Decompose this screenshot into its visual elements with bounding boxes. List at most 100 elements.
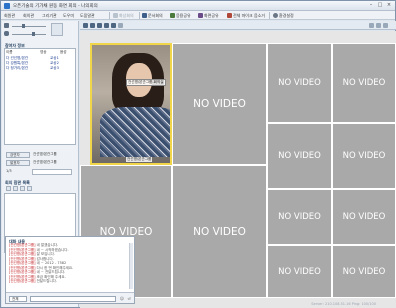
video-conference-button[interactable]: 화상회의 <box>113 12 134 19</box>
speaker-value: 건선명/본관그룹 <box>33 152 57 156</box>
no-video-label: NO VIDEO <box>193 225 246 238</box>
no-video-label: NO VIDEO <box>342 151 386 161</box>
layout-9-icon[interactable] <box>104 23 109 28</box>
menu-draw[interactable]: 그리기관 <box>42 13 57 19</box>
chat-text: 네 ~ 2012 - 7582 <box>36 261 67 265</box>
video-tile[interactable]: NO VIDEO <box>332 43 396 123</box>
no-video-label: NO VIDEO <box>278 212 321 222</box>
app-window: 오픈기술의 기가채 원동 화면 회의 - 나의회의 – □ × 회원관 회의관 … <box>0 0 396 308</box>
presenter-button[interactable]: 발표자 <box>6 160 30 166</box>
app-share-label: 응용공유 <box>176 12 191 18</box>
share-icon <box>170 13 175 18</box>
gear-icon <box>273 13 278 18</box>
microphone-icon <box>4 31 9 36</box>
menu-toolbar: 회원관 회의관 그리기관 도우미 도움말관 화상회의 문서회의 응용공유 화면공… <box>1 11 395 20</box>
video-tile[interactable]: NO VIDEO <box>172 43 267 165</box>
document-conference-button[interactable]: 문서회의 <box>142 12 163 19</box>
column-audio[interactable]: 음성 <box>60 50 67 55</box>
layout-6-icon[interactable] <box>97 23 102 28</box>
no-video-label: NO VIDEO <box>342 212 386 222</box>
status-text: Server: 210.108.51.16 Ping: 100/100 <box>311 302 376 306</box>
chat-sender: [건선명/본관그룹] <box>9 247 36 252</box>
layout-1-icon[interactable] <box>83 23 88 28</box>
layout-12-icon[interactable] <box>111 23 116 28</box>
minimize-icon[interactable]: – <box>367 2 375 9</box>
chat-sender: [건선명/본관그룹] <box>9 243 36 247</box>
speaker-button[interactable]: 강연자 <box>6 152 30 158</box>
chat-sender: [건선명/본관그룹] <box>9 256 36 261</box>
no-video-label: NO VIDEO <box>193 98 246 110</box>
chat-text: 네 ~ 전달드립니다. <box>36 270 66 274</box>
speaker-volume-track[interactable] <box>12 26 46 27</box>
fullscreen-icon[interactable] <box>383 23 388 28</box>
chat-sender: [건선명/본관그룹] <box>9 270 36 274</box>
settings-button[interactable]: 환경설정 <box>273 12 294 19</box>
video-tile[interactable]: NO VIDEO <box>267 245 332 298</box>
no-video-label: NO VIDEO <box>278 78 321 88</box>
video-tile[interactable]: NO VIDEO <box>332 189 396 245</box>
list-edit-icon[interactable] <box>20 186 25 191</box>
screen-share-button[interactable]: 화면공유 <box>198 12 219 19</box>
send-icon[interactable]: ⏎ <box>126 296 132 302</box>
maximize-icon[interactable]: □ <box>376 2 384 9</box>
chat-input[interactable] <box>30 296 116 302</box>
no-video-label: NO VIDEO <box>342 266 386 277</box>
layout-4-icon[interactable] <box>90 23 95 28</box>
chat-text: 잘 보입니다. <box>36 252 55 256</box>
video-conference-label: 화상회의 <box>119 12 134 18</box>
mic-volume[interactable] <box>4 31 76 37</box>
list-add-icon[interactable] <box>6 186 11 191</box>
emoticon-icon[interactable]: ☺ <box>119 296 125 302</box>
toolbar-divider <box>269 12 270 19</box>
video-tile[interactable]: NO VIDEO <box>332 245 396 298</box>
chat-sender: [건선명/본관그룹] <box>9 279 36 283</box>
app-share-button[interactable]: 응용공유 <box>170 12 191 19</box>
no-video-label: NO VIDEO <box>342 78 386 88</box>
mute-all-button[interactable]: 전체 마이크 음소거 <box>227 12 265 19</box>
menu-conference[interactable]: 회의관 <box>23 13 34 19</box>
column-name[interactable]: 이름 <box>6 50 13 55</box>
chat-input-row: 전체 ☺ ⏎ <box>6 292 134 303</box>
participant-name: 다 정가리/본관 <box>6 66 29 70</box>
list-view-icon[interactable] <box>376 23 381 28</box>
chat-text: 조금 확인해 주세요. <box>36 274 66 279</box>
chat-text: 다시 한 번 확인해주세요. <box>36 265 74 270</box>
column-video[interactable]: 영상 <box>40 50 47 55</box>
speaker-icon <box>4 23 9 28</box>
participant-count: 1/3 <box>6 169 12 173</box>
participant-row[interactable]: 다 정가리/본관 교상3 <box>6 66 78 71</box>
video-tile[interactable]: NO VIDEO <box>172 165 267 298</box>
chat-scrollbar[interactable] <box>129 243 133 289</box>
speaker-volume-knob[interactable] <box>22 24 25 28</box>
layout-16-icon[interactable] <box>118 23 123 28</box>
close-icon[interactable]: × <box>385 2 393 9</box>
no-video-label: NO VIDEO <box>278 151 321 161</box>
chat-recipient-select[interactable]: 전체 <box>9 296 27 302</box>
speaker-volume[interactable] <box>4 23 76 29</box>
video-tile-active[interactable]: 건선명/본관그룹-회의실 건선명/본관그룹 <box>90 43 172 165</box>
menu-helper[interactable]: 도우미 <box>63 13 74 19</box>
list-remove-icon[interactable] <box>13 186 18 191</box>
mic-mute-icon <box>227 13 232 18</box>
toolbar-divider <box>109 12 110 19</box>
screen-share-icon <box>198 13 203 18</box>
video-tile[interactable]: NO VIDEO <box>267 189 332 245</box>
video-tile[interactable]: NO VIDEO <box>332 123 396 189</box>
participant-search-input[interactable] <box>32 169 72 175</box>
document-icon <box>142 13 147 18</box>
menu-member[interactable]: 회원관 <box>4 13 15 19</box>
video-tile[interactable]: NO VIDEO <box>267 43 332 123</box>
chat-panel: 대화 내용 [건선명/본관그룹] 네 알겠습니다. [건선명/본관그룹] 네 ~… <box>5 236 135 304</box>
participant-list[interactable]: 이름 영상 음성 다 건선명/본관 교상1 다 강원특/본관 교상2 다 정가리… <box>4 48 76 145</box>
list-refresh-icon[interactable] <box>27 186 32 191</box>
grid-view-icon[interactable] <box>369 23 374 28</box>
app-icon <box>4 3 10 9</box>
document-conference-label: 문서회의 <box>148 12 163 18</box>
video-tile[interactable]: NO VIDEO <box>267 123 332 189</box>
chat-sender: [건선명/본관그룹] <box>9 265 36 270</box>
mic-volume-track[interactable] <box>12 34 46 35</box>
menu-help[interactable]: 도움말관 <box>80 13 95 19</box>
mic-volume-knob[interactable] <box>32 32 35 36</box>
chat-sender: [건선명/본관그룹] <box>9 274 36 279</box>
monitor-icon <box>113 13 118 18</box>
